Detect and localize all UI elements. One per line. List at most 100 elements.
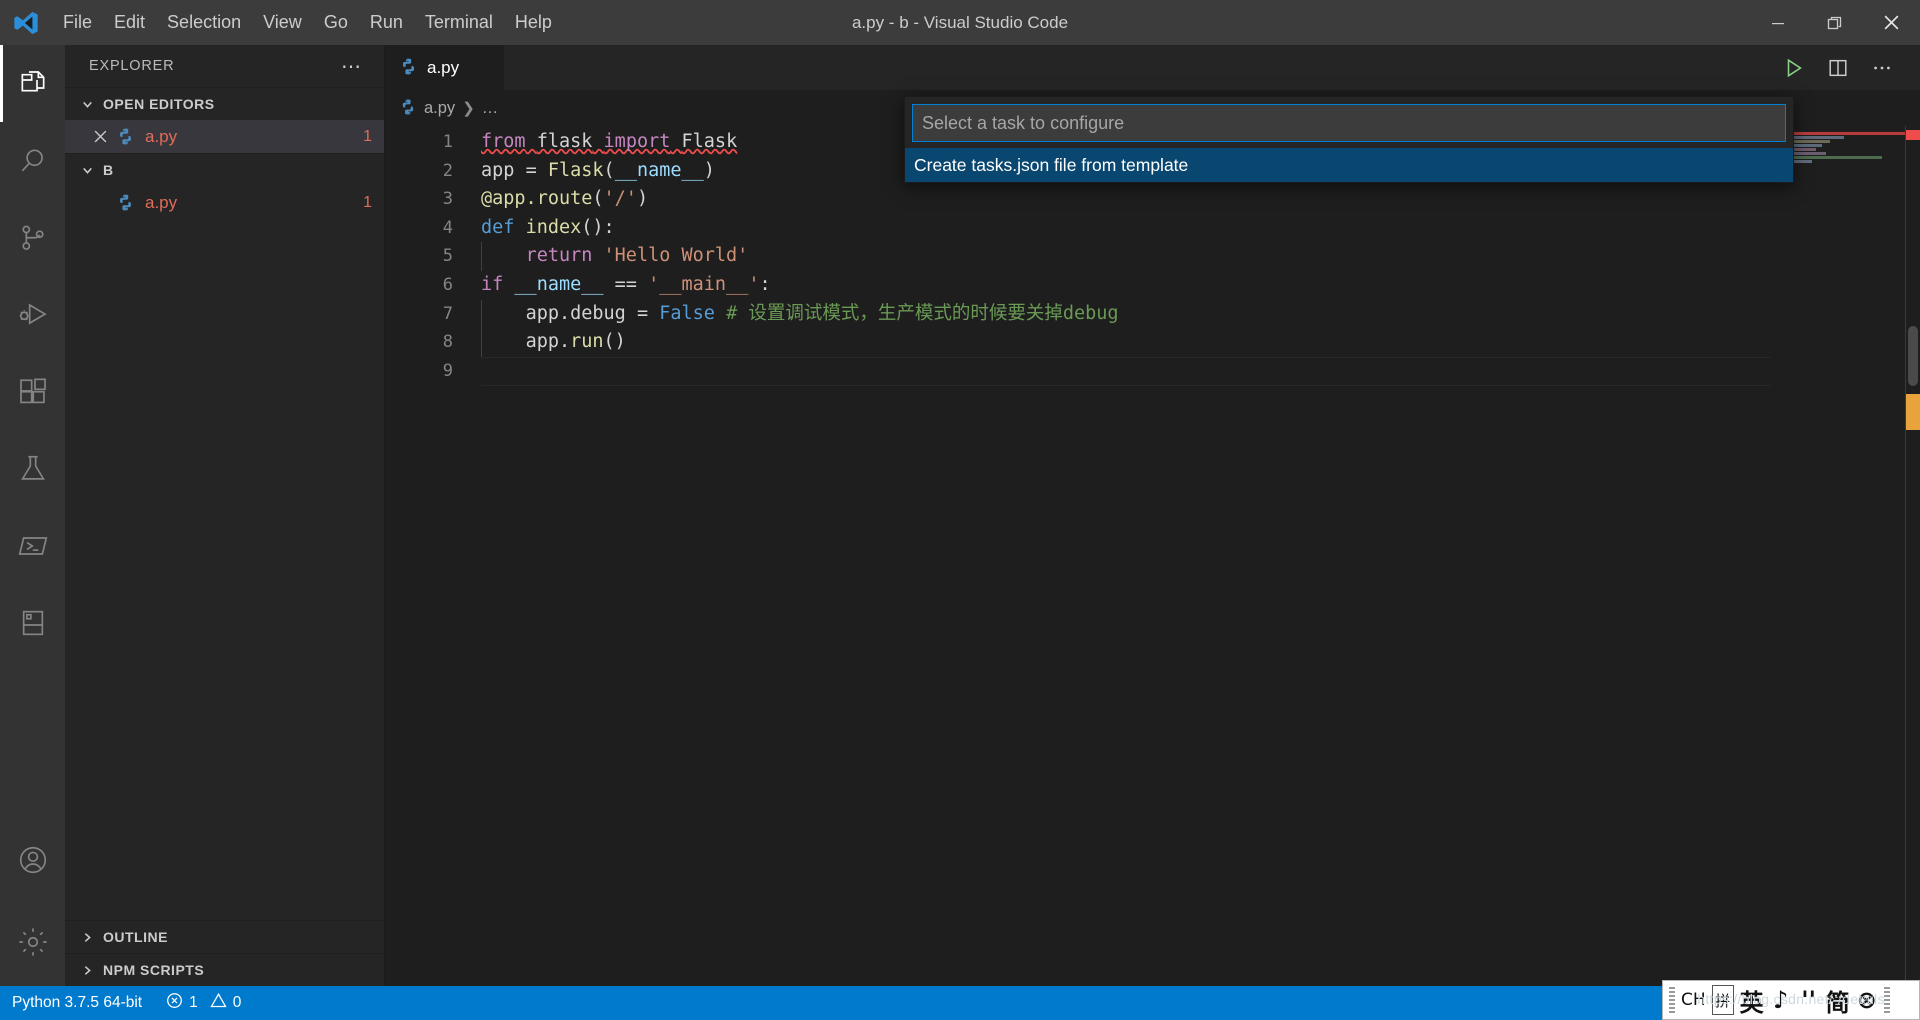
status-python-interpreter-label: Python 3.7.5 64-bit bbox=[12, 994, 143, 1011]
code-token: flask bbox=[536, 131, 593, 152]
activity-run-debug[interactable] bbox=[0, 276, 65, 353]
section-outline-label: OUTLINE bbox=[103, 929, 168, 945]
activity-database[interactable] bbox=[0, 584, 65, 661]
code-token: . bbox=[558, 331, 571, 353]
ime-drag-handle[interactable] bbox=[1669, 987, 1675, 1013]
minimap-line bbox=[1786, 156, 1882, 159]
code-token: run bbox=[570, 331, 604, 353]
code-line[interactable]: @app.route('/') bbox=[481, 185, 1920, 214]
quick-pick-item-create-tasks-json[interactable]: Create tasks.json file from template bbox=[905, 148, 1793, 182]
menu-run[interactable]: Run bbox=[359, 0, 414, 45]
editor-tab-a-py[interactable]: a.py bbox=[385, 45, 505, 90]
menu-edit[interactable]: Edit bbox=[103, 0, 156, 45]
file-tree-error-badge: 1 bbox=[363, 193, 372, 211]
code-token: def bbox=[481, 216, 526, 238]
ime-soft-keyboard-icon[interactable]: ⊗ bbox=[1856, 985, 1878, 1015]
code-token: # 设置调试模式，生产模式的时候要关掉debug bbox=[726, 302, 1119, 324]
minimize-button[interactable] bbox=[1749, 0, 1806, 45]
breadcrumb-item-file[interactable]: a.py bbox=[424, 99, 455, 118]
code-line[interactable]: def index(): bbox=[481, 214, 1920, 243]
code-token: Flask bbox=[681, 131, 738, 152]
ime-language-indicator[interactable]: CH bbox=[1681, 985, 1706, 1015]
section-npm-scripts[interactable]: NPM SCRIPTS bbox=[65, 953, 384, 986]
menu-selection[interactable]: Selection bbox=[156, 0, 252, 45]
file-tree-item-a-py[interactable]: a.py 1 bbox=[65, 186, 384, 219]
chevron-down-icon bbox=[79, 98, 95, 111]
line-number: 6 bbox=[442, 274, 453, 295]
menu-help[interactable]: Help bbox=[504, 0, 563, 45]
menu-view[interactable]: View bbox=[252, 0, 313, 45]
close-icon[interactable] bbox=[87, 129, 113, 144]
ime-expand-handle[interactable] bbox=[1883, 987, 1890, 1013]
close-window-button[interactable] bbox=[1863, 0, 1920, 45]
status-python-interpreter[interactable]: Python 3.7.5 64-bit bbox=[0, 986, 154, 1020]
section-outline[interactable]: OUTLINE bbox=[65, 920, 384, 953]
line-number: 2 bbox=[442, 160, 453, 181]
activity-source-control[interactable] bbox=[0, 199, 65, 276]
code-token: () bbox=[603, 331, 626, 353]
activity-explorer[interactable] bbox=[0, 45, 65, 122]
minimap-error-marker bbox=[1786, 132, 1906, 135]
line-number: 3 bbox=[442, 189, 453, 210]
editor-more-actions-button[interactable] bbox=[1862, 45, 1902, 90]
menu-terminal[interactable]: Terminal bbox=[414, 0, 504, 45]
code-line[interactable]: app.debug = False # 设置调试模式，生产模式的时候要关掉deb… bbox=[481, 299, 1920, 329]
open-editor-item-a-py[interactable]: a.py 1 bbox=[65, 120, 384, 153]
error-circle-icon bbox=[166, 992, 183, 1014]
quick-pick-widget[interactable]: Create tasks.json file from template bbox=[904, 96, 1794, 183]
menu-bar[interactable]: File Edit Selection View Go Run Terminal… bbox=[52, 0, 563, 45]
activity-terminal[interactable] bbox=[0, 507, 65, 584]
maximize-restore-button[interactable] bbox=[1806, 0, 1863, 45]
activity-testing[interactable] bbox=[0, 430, 65, 507]
ime-english-chinese-toggle[interactable]: 英 bbox=[1740, 985, 1764, 1017]
quick-pick-input[interactable] bbox=[912, 104, 1786, 142]
sidebar-more-actions-icon[interactable]: ⋯ bbox=[341, 54, 362, 79]
vscode-window: File Edit Selection View Go Run Terminal… bbox=[0, 0, 1920, 1020]
menu-file[interactable]: File bbox=[52, 0, 103, 45]
chevron-right-icon: ❯ bbox=[462, 100, 475, 117]
ime-punctuation-toggle[interactable]: '' bbox=[1798, 985, 1820, 1015]
activity-account[interactable] bbox=[0, 821, 65, 898]
ime-pinyin-mode-icon[interactable]: 拼 bbox=[1711, 985, 1734, 1015]
code-line[interactable]: if __name__ == '__main__': bbox=[481, 271, 1920, 300]
code-token: app bbox=[481, 159, 526, 181]
status-problems[interactable]: 1 0 bbox=[154, 986, 253, 1020]
section-open-editors[interactable]: OPEN EDITORS bbox=[65, 87, 384, 120]
sidebar-title: EXPLORER bbox=[89, 58, 175, 74]
line-number-gutter: 1 2 3 4 5 6 7 8 9 bbox=[385, 126, 453, 385]
section-folder-b[interactable]: B bbox=[65, 153, 384, 186]
indent-guide bbox=[481, 242, 482, 271]
editor-tab-actions bbox=[1774, 45, 1920, 90]
run-python-file-button[interactable] bbox=[1774, 45, 1814, 90]
breadcrumb-item-symbol[interactable]: … bbox=[482, 99, 499, 118]
editor-scrollbar-thumb[interactable] bbox=[1908, 326, 1918, 386]
minimap-line bbox=[1786, 136, 1844, 139]
minimap[interactable] bbox=[1786, 126, 1906, 986]
activity-extensions[interactable] bbox=[0, 353, 65, 430]
file-tree-label: a.py bbox=[145, 192, 178, 212]
activity-settings[interactable] bbox=[0, 898, 65, 986]
activity-search[interactable] bbox=[0, 122, 65, 199]
split-editor-button[interactable] bbox=[1818, 45, 1858, 90]
overview-error-mark bbox=[1906, 130, 1920, 140]
python-file-icon bbox=[399, 57, 418, 78]
code-token: Flask bbox=[547, 159, 604, 181]
ime-simplified-traditional-toggle[interactable]: 简 bbox=[1826, 985, 1850, 1017]
code-token: (): bbox=[581, 216, 615, 238]
menu-go[interactable]: Go bbox=[313, 0, 359, 45]
chevron-right-icon bbox=[79, 964, 95, 977]
code-token: False bbox=[659, 302, 715, 324]
code-token: app bbox=[525, 302, 559, 324]
code-token: ) bbox=[636, 188, 649, 210]
code-editor[interactable]: 1 2 3 4 5 6 7 8 9 from flask import Flask app = F… bbox=[385, 126, 1920, 986]
overview-ruler[interactable] bbox=[1906, 126, 1920, 986]
code-line[interactable]: app.run() bbox=[481, 328, 1920, 357]
code-line[interactable]: return 'Hello World' bbox=[481, 242, 1920, 271]
ime-fullwidth-toggle[interactable]: ♪ bbox=[1770, 985, 1792, 1015]
python-file-icon bbox=[113, 127, 137, 146]
ime-language-bar[interactable]: CH 拼 英 ♪ '' 简 ⊗ https://blog.csdn.net/-/… bbox=[1662, 980, 1920, 1020]
